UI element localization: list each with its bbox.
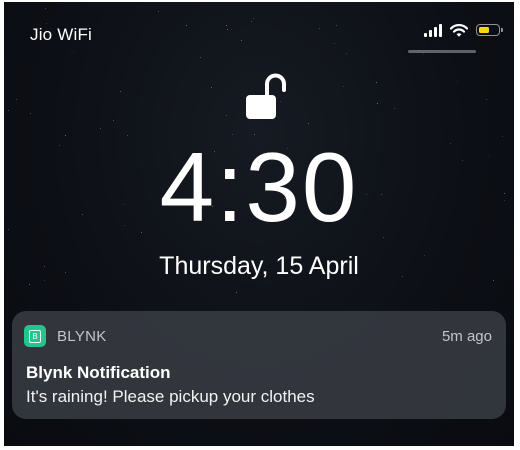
star xyxy=(376,82,378,83)
star xyxy=(394,107,396,109)
star xyxy=(336,24,337,26)
notification-time: 5m ago xyxy=(441,328,492,345)
clock-date: Thursday, 15 April xyxy=(159,252,359,280)
star xyxy=(226,24,228,26)
star xyxy=(250,21,252,23)
star xyxy=(99,127,101,129)
wifi-icon xyxy=(450,23,468,37)
star xyxy=(29,283,31,285)
clock-time: 4:30 xyxy=(159,132,359,242)
star xyxy=(501,135,503,137)
blynk-app-icon: B xyxy=(24,325,46,347)
star xyxy=(120,90,122,92)
lock-screen: Jio WiFi 4:30 Thursday, 15 April B BLYNK… xyxy=(4,2,514,446)
star xyxy=(377,103,379,105)
star xyxy=(345,52,347,54)
status-icons xyxy=(424,23,503,37)
star xyxy=(486,99,488,101)
star xyxy=(253,17,255,19)
battery-level-fill xyxy=(478,26,490,33)
star xyxy=(7,109,9,111)
star xyxy=(240,39,242,41)
star xyxy=(319,27,321,29)
star xyxy=(343,86,345,88)
notification-title: Blynk Notification xyxy=(26,363,171,382)
notification-body: It's raining! Please pickup your clothes xyxy=(26,387,315,406)
star xyxy=(231,29,233,31)
star xyxy=(308,122,310,124)
star xyxy=(64,135,66,137)
unlocked-padlock-icon xyxy=(244,70,288,127)
star xyxy=(112,120,114,122)
star xyxy=(73,51,74,53)
carrier-name: Jio WiFi xyxy=(30,25,93,44)
star xyxy=(185,25,187,27)
star xyxy=(383,236,385,238)
star xyxy=(333,42,335,44)
notification-app-name: BLYNK xyxy=(57,328,107,345)
star xyxy=(226,28,228,30)
star xyxy=(200,57,202,59)
battery-icon xyxy=(476,24,503,36)
signal-icon xyxy=(424,23,442,37)
notification-card[interactable]: B BLYNK 5m ago Blynk Notification It's r… xyxy=(12,311,506,419)
star xyxy=(127,134,129,136)
star xyxy=(225,115,227,117)
star xyxy=(45,22,47,24)
star xyxy=(30,112,32,114)
control-center-handle[interactable] xyxy=(408,50,476,53)
star xyxy=(157,10,159,12)
app-icon-letter: B xyxy=(29,329,41,343)
star xyxy=(45,8,47,10)
star xyxy=(211,87,213,89)
star xyxy=(16,99,18,101)
star xyxy=(456,81,458,83)
star xyxy=(235,292,237,294)
